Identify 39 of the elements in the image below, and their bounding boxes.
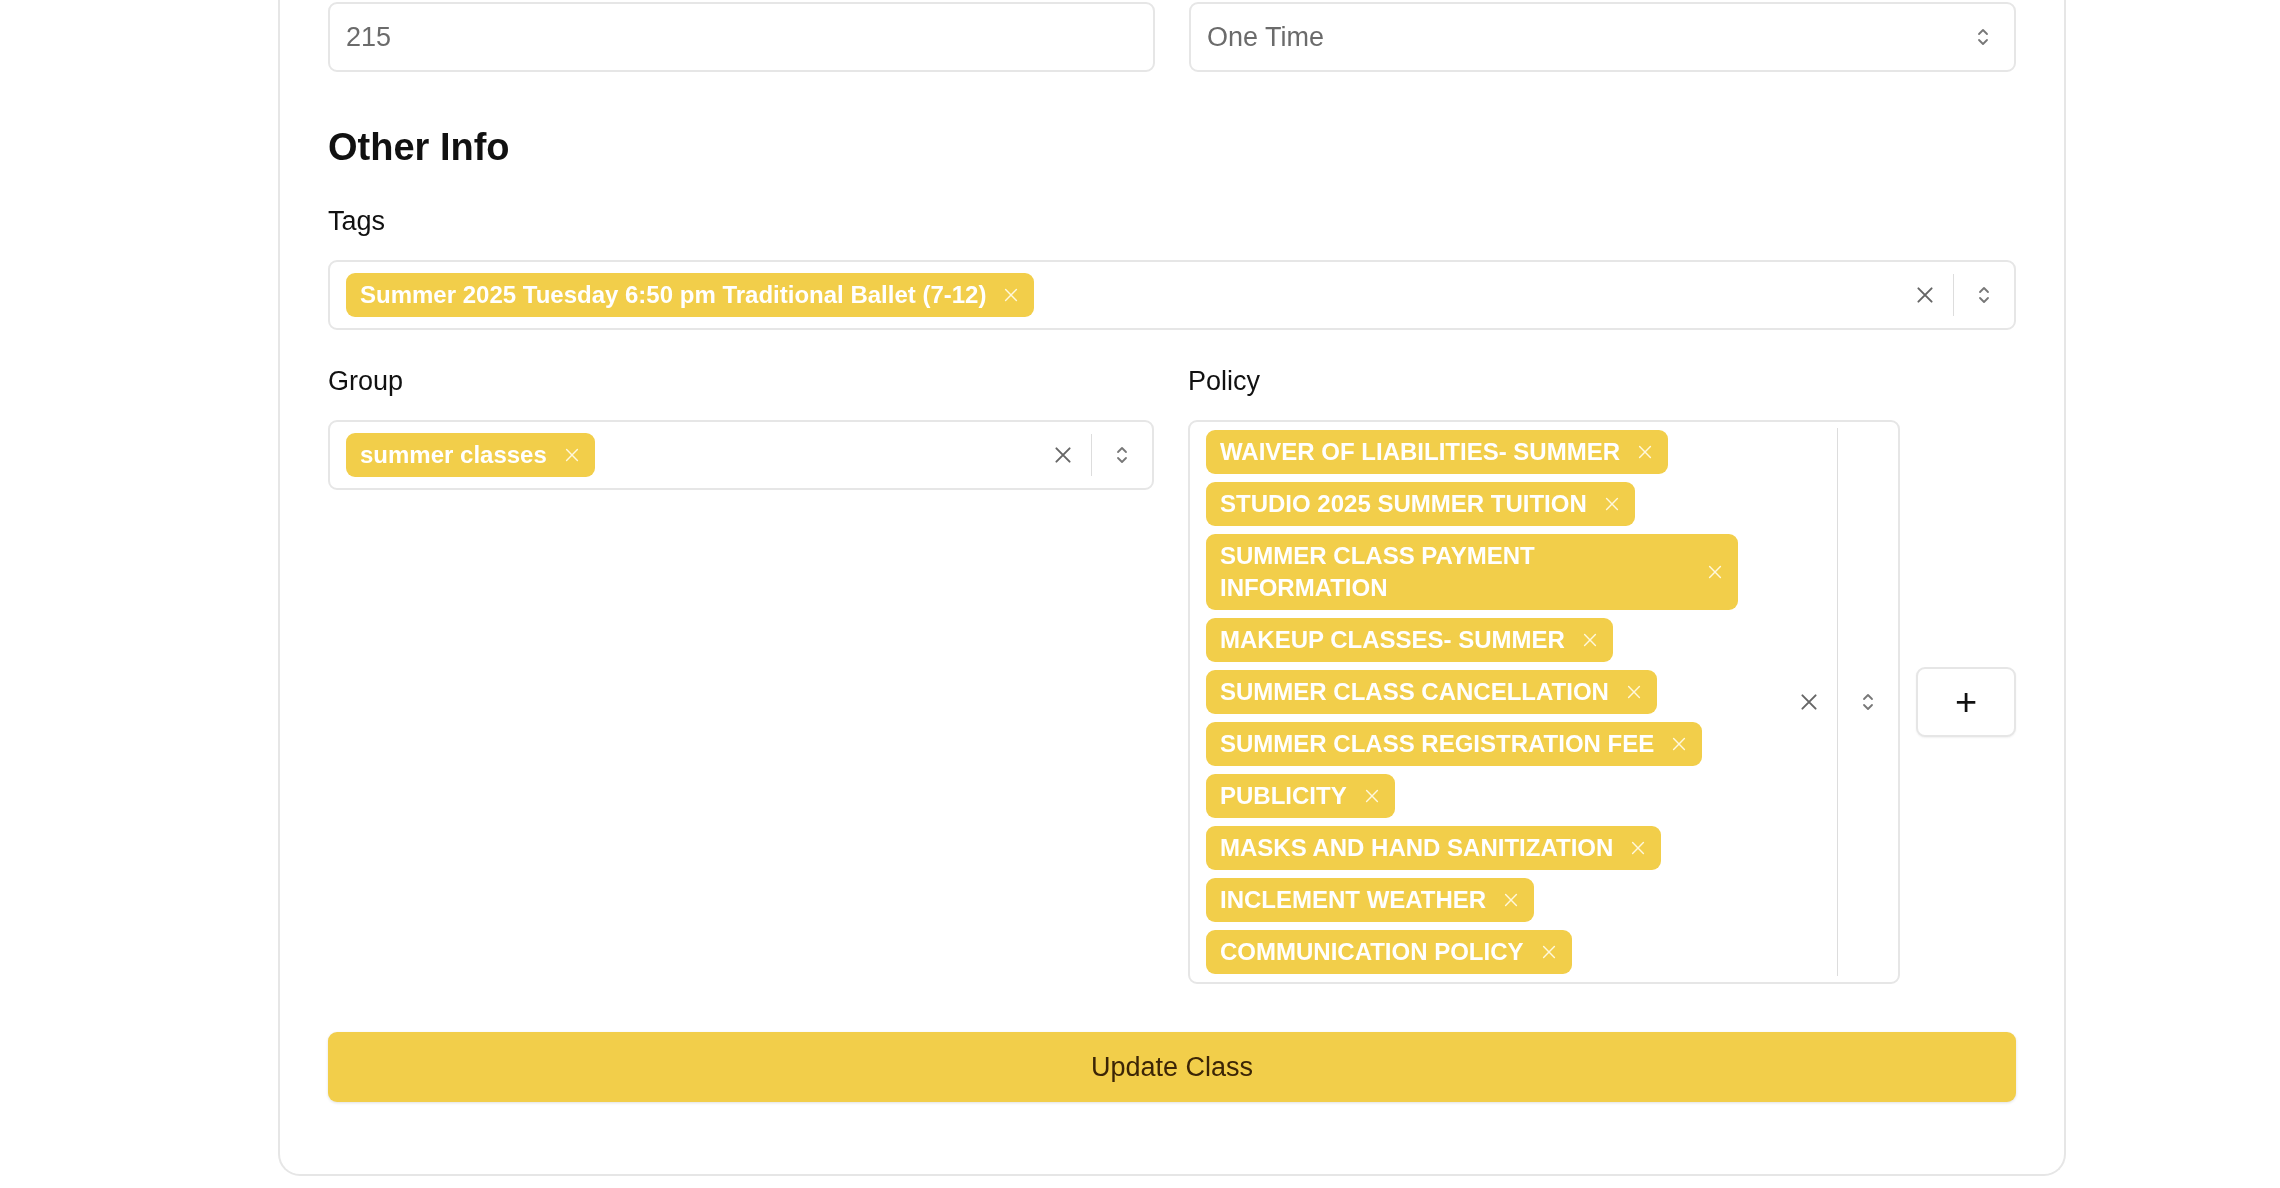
dropdown-toggle[interactable] bbox=[1977, 284, 1991, 306]
chip-label: SUMMER CLASS CANCELLATION bbox=[1220, 677, 1609, 707]
dropdown-toggle[interactable] bbox=[1115, 444, 1129, 466]
clear-icon bbox=[1052, 444, 1074, 466]
chip-label: MAKEUP CLASSES- SUMMER bbox=[1220, 625, 1565, 655]
chip-label: Summer 2025 Tuesday 6:50 pm Traditional Ballet (7-12) bbox=[360, 280, 987, 310]
clear-button[interactable] bbox=[1798, 691, 1820, 713]
chip-label: summer classes bbox=[360, 440, 547, 470]
chip-label: STUDIO 2025 SUMMER TUITION bbox=[1220, 489, 1587, 519]
field-label: Tags bbox=[328, 205, 386, 238]
chip-label: SUMMER CLASS REGISTRATION FEE bbox=[1220, 729, 1655, 759]
close-icon bbox=[1636, 443, 1654, 461]
multi-select-field[interactable] bbox=[1188, 420, 1900, 984]
chevron-up-down-icon bbox=[1977, 284, 1991, 306]
dropdown-toggle[interactable] bbox=[1861, 691, 1875, 713]
clear-button[interactable] bbox=[1914, 284, 1936, 306]
remove-tag-button[interactable] bbox=[1636, 443, 1654, 461]
chevron-up-down-icon bbox=[1861, 691, 1875, 713]
chip-label: WAIVER OF LIABILITIES- SUMMER bbox=[1220, 437, 1620, 467]
chip-label: PUBLICITY bbox=[1220, 781, 1347, 811]
clear-button[interactable] bbox=[1052, 444, 1074, 466]
update-class-button[interactable]: Update Class bbox=[328, 1032, 2016, 1102]
chip-label: SUMMER CLASS PAYMENT INFORMATION bbox=[1220, 541, 1536, 603]
clear-icon bbox=[1914, 284, 1936, 306]
clear-icon bbox=[1798, 691, 1820, 713]
section-heading: Other Info bbox=[328, 125, 510, 170]
select-value: One Time bbox=[1207, 21, 1325, 53]
field-label: Policy bbox=[1188, 365, 1261, 398]
field-label: Group bbox=[328, 365, 404, 398]
chevron-up-down-icon bbox=[1115, 444, 1129, 466]
remove-tag-button[interactable] bbox=[1706, 563, 1724, 581]
close-icon bbox=[1706, 563, 1724, 581]
chip-label: COMMUNICATION POLICY bbox=[1220, 937, 1524, 967]
input-field[interactable]: 215 bbox=[328, 2, 1155, 72]
chip-label: MASKS AND HAND SANITIZATION bbox=[1220, 833, 1614, 863]
chip-label: INCLEMENT WEATHER bbox=[1220, 885, 1487, 915]
add-button[interactable]: + bbox=[1916, 667, 2016, 737]
chevron-up-down-icon bbox=[1976, 26, 1990, 48]
select-field[interactable]: One Time bbox=[1189, 2, 2016, 72]
